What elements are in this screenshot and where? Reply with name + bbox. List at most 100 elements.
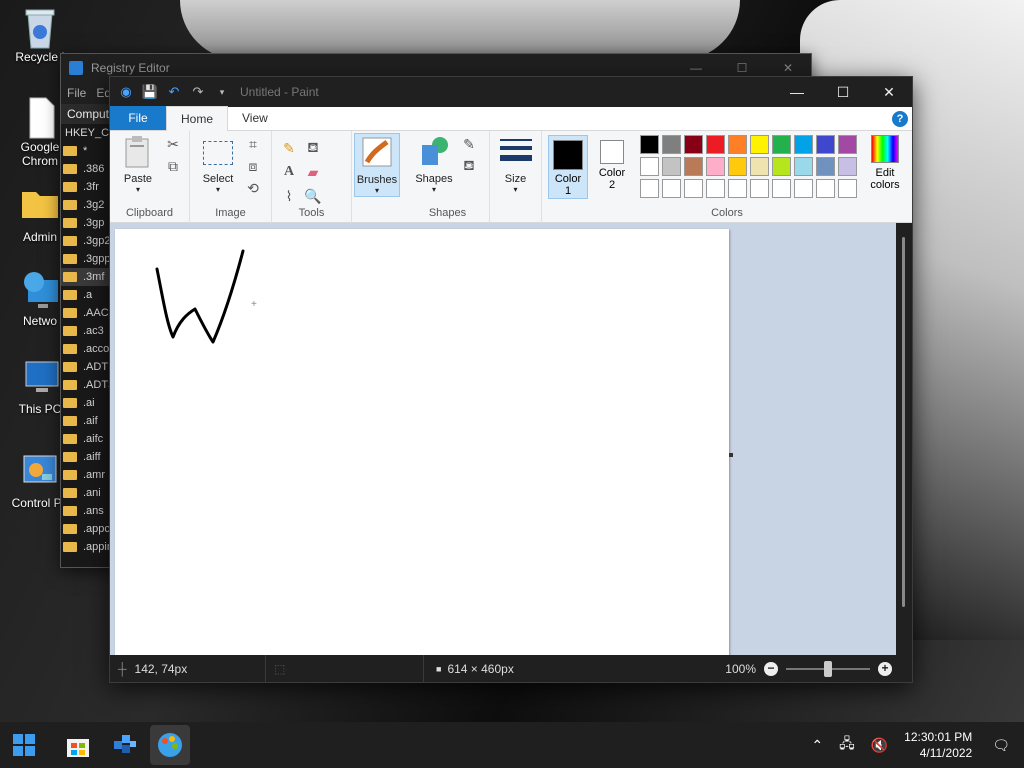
registry-key[interactable]: .a <box>61 286 111 304</box>
minimize-icon[interactable]: — <box>774 77 820 107</box>
registry-key[interactable]: .3fr <box>61 178 111 196</box>
tab-file[interactable]: File <box>110 106 166 130</box>
pencil-icon[interactable]: ✎ <box>280 139 298 157</box>
registry-key[interactable]: .aifc <box>61 430 111 448</box>
zoom-in-icon[interactable]: + <box>878 661 892 676</box>
menu-file[interactable]: File <box>67 86 86 100</box>
paint-title-bar[interactable]: ◉ 💾 ↶ ↷ ▾ Untitled - Paint — ☐ ✕ <box>110 77 912 107</box>
maximize-icon[interactable]: ☐ <box>820 77 866 107</box>
paint-app-icon[interactable]: ◉ <box>118 84 134 100</box>
size-button[interactable]: Size ▾ <box>494 135 537 194</box>
zoom-out-icon[interactable]: − <box>764 661 778 676</box>
zoom-slider[interactable] <box>786 660 870 677</box>
redo-icon[interactable]: ↷ <box>190 84 206 100</box>
palette-swatch[interactable] <box>816 179 835 198</box>
registry-key[interactable]: .ADTS <box>61 376 111 394</box>
clock[interactable]: 12:30:01 PM 4/11/2022 <box>904 729 972 761</box>
palette-swatch[interactable] <box>684 135 703 154</box>
shapes-button[interactable]: Shapes ▾ <box>410 135 458 194</box>
start-button[interactable] <box>4 725 44 765</box>
registry-key[interactable]: .ADT <box>61 358 111 376</box>
rotate-icon[interactable]: ⟲ <box>244 179 262 197</box>
palette-swatch[interactable] <box>662 135 681 154</box>
palette-swatch[interactable] <box>640 179 659 198</box>
help-icon[interactable]: ? <box>892 111 908 127</box>
color-1-button[interactable]: Color 1 <box>548 135 588 199</box>
palette-swatch[interactable] <box>728 135 747 154</box>
network-tray-icon[interactable]: 🖧 <box>839 733 855 757</box>
paint-window[interactable]: ◉ 💾 ↶ ↷ ▾ Untitled - Paint — ☐ ✕ File Ho… <box>109 76 913 683</box>
palette-swatch[interactable] <box>684 179 703 198</box>
notifications-icon[interactable]: 🗨 <box>992 737 1010 754</box>
tab-view[interactable]: View <box>228 106 282 130</box>
palette-swatch[interactable] <box>816 157 835 176</box>
registry-key[interactable]: .appc <box>61 520 111 538</box>
cut-icon[interactable]: ✂ <box>164 135 182 153</box>
vertical-scrollbar[interactable] <box>896 223 912 657</box>
taskbar-registry-editor[interactable] <box>104 725 144 765</box>
text-icon[interactable]: A <box>280 163 298 181</box>
palette-swatch[interactable] <box>750 157 769 176</box>
drawing-canvas[interactable]: + <box>115 229 729 657</box>
registry-key[interactable]: .amr <box>61 466 111 484</box>
resize-handle[interactable] <box>729 453 733 457</box>
registry-key[interactable]: .3g2 <box>61 196 111 214</box>
taskbar-paint[interactable] <box>150 725 190 765</box>
palette-swatch[interactable] <box>772 135 791 154</box>
eraser-icon[interactable]: ▰ <box>304 163 322 181</box>
palette-swatch[interactable] <box>838 157 857 176</box>
registry-key[interactable]: .386 <box>61 160 111 178</box>
palette-swatch[interactable] <box>772 157 791 176</box>
customize-quick-access-icon[interactable]: ▾ <box>214 84 230 100</box>
palette-swatch[interactable] <box>816 135 835 154</box>
magnifier-icon[interactable]: 🔍 <box>304 187 322 205</box>
registry-key[interactable]: .ans <box>61 502 111 520</box>
paste-button[interactable]: Paste ▾ <box>114 135 162 194</box>
chevron-up-icon[interactable]: ⌃ <box>811 737 823 754</box>
registry-key[interactable]: .ac3 <box>61 322 111 340</box>
save-icon[interactable]: 💾 <box>142 84 158 100</box>
palette-swatch[interactable] <box>794 179 813 198</box>
close-icon[interactable]: ✕ <box>866 77 912 107</box>
color-2-button[interactable]: Color 2 <box>592 135 632 199</box>
palette-swatch[interactable] <box>640 135 659 154</box>
palette-swatch[interactable] <box>684 157 703 176</box>
registry-key[interactable]: .aiff <box>61 448 111 466</box>
palette-swatch[interactable] <box>838 179 857 198</box>
maximize-icon[interactable]: ☐ <box>719 61 765 75</box>
palette-swatch[interactable] <box>706 157 725 176</box>
volume-muted-icon[interactable]: 🔇 <box>871 737 888 754</box>
registry-key[interactable]: .AAC <box>61 304 111 322</box>
minimize-icon[interactable]: — <box>673 61 719 75</box>
registry-key[interactable]: .3gpp <box>61 250 111 268</box>
registry-key[interactable]: .3gp2 <box>61 232 111 250</box>
fill-shape-icon[interactable]: ⛾ <box>460 157 478 175</box>
palette-swatch[interactable] <box>706 135 725 154</box>
outline-icon[interactable]: ✎ <box>460 135 478 153</box>
palette-swatch[interactable] <box>728 157 747 176</box>
palette-swatch[interactable] <box>728 179 747 198</box>
crop-icon[interactable]: ⌗ <box>244 135 262 153</box>
registry-key[interactable]: .aif <box>61 412 111 430</box>
select-button[interactable]: Select ▾ <box>194 135 242 194</box>
copy-icon[interactable]: ⧉ <box>164 157 182 175</box>
color-picker-icon[interactable]: ⌇ <box>280 187 298 205</box>
registry-key[interactable]: .3mf <box>61 268 111 286</box>
palette-swatch[interactable] <box>772 179 791 198</box>
tab-home[interactable]: Home <box>166 106 229 131</box>
palette-swatch[interactable] <box>706 179 725 198</box>
registry-key[interactable]: .accou <box>61 340 111 358</box>
registry-tree[interactable]: HKEY_CL * .386 .3fr .3g2 .3gp .3gp2 .3gpp .3mf.… <box>61 124 111 567</box>
palette-swatch[interactable] <box>662 157 681 176</box>
palette-swatch[interactable] <box>794 157 813 176</box>
palette-swatch[interactable] <box>640 157 659 176</box>
fill-icon[interactable]: ⛾ <box>304 139 322 157</box>
palette-swatch[interactable] <box>838 135 857 154</box>
registry-key[interactable]: .ani <box>61 484 111 502</box>
resize-icon[interactable]: ⧈ <box>244 157 262 175</box>
registry-key[interactable]: .3gp <box>61 214 111 232</box>
zoom-slider-thumb[interactable] <box>824 660 832 677</box>
palette-swatch[interactable] <box>750 179 769 198</box>
palette-swatch[interactable] <box>750 135 769 154</box>
undo-icon[interactable]: ↶ <box>166 84 182 100</box>
